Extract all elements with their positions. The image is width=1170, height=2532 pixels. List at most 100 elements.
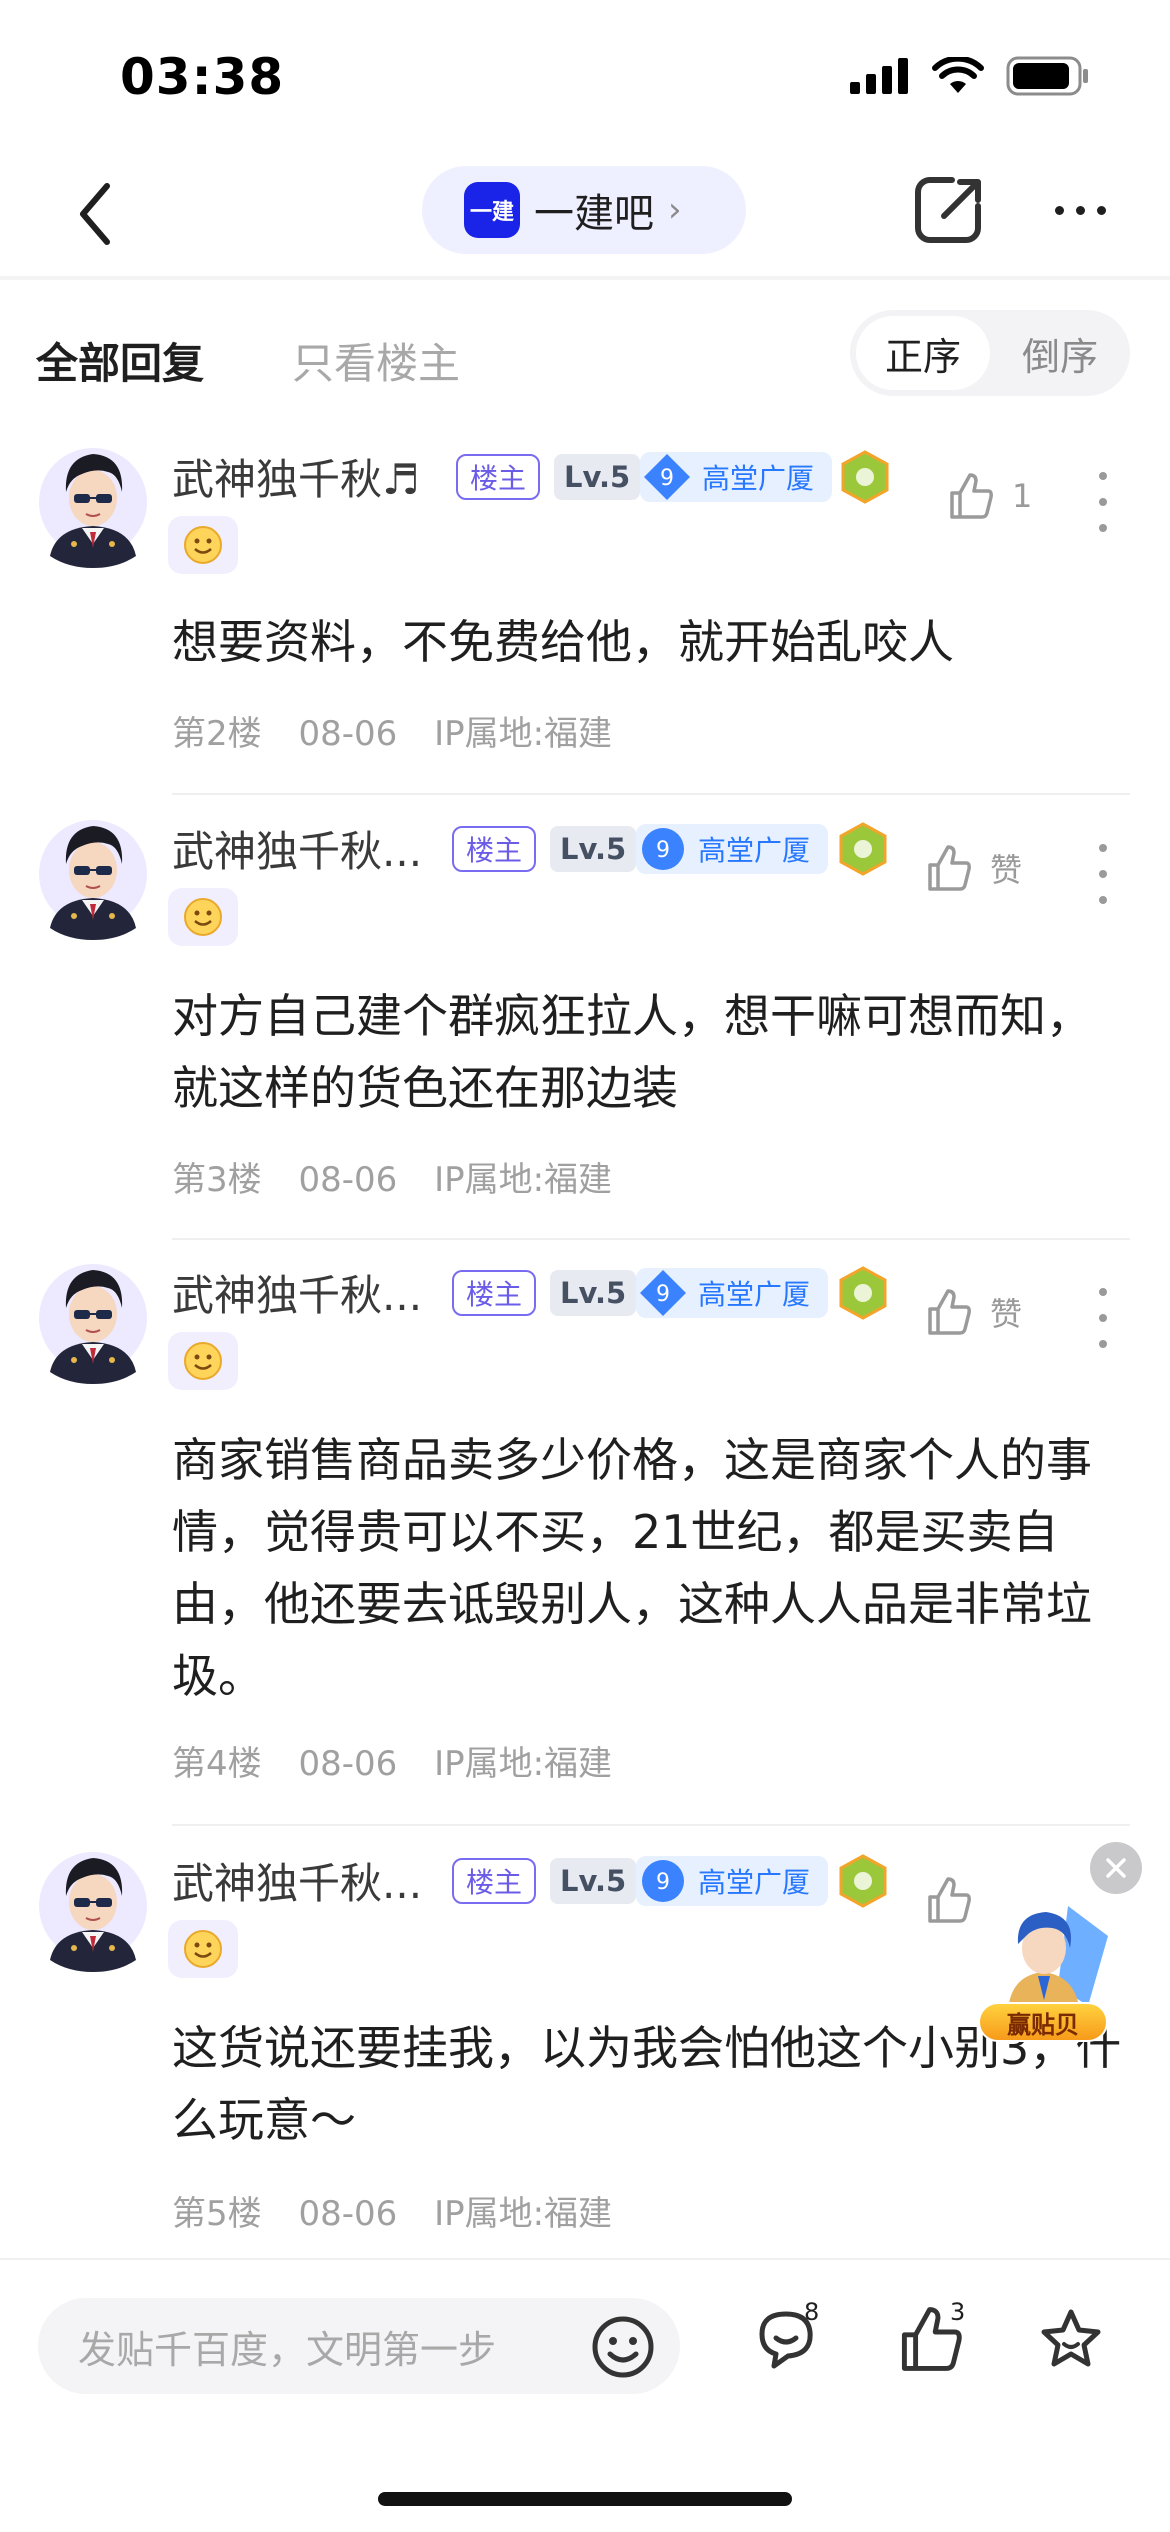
back-button[interactable]	[55, 174, 135, 254]
level-badge: Lv.5	[550, 826, 637, 872]
smiley-icon	[184, 898, 222, 936]
dot-icon	[1099, 524, 1107, 532]
smiley-icon	[184, 1342, 222, 1380]
avatar-image	[39, 1852, 147, 1972]
rank-title: 高堂广厦	[698, 1278, 811, 1311]
reply-input[interactable]: 发贴千百度，文明第一步	[38, 2298, 680, 2394]
post-item: 武神独千秋... 楼主 Lv.5 9 高堂广厦 赞 商家销售商品卖多少价格，这是…	[0, 1252, 1170, 1826]
floating-ad[interactable]: 赢贴贝	[968, 1896, 1118, 2046]
comment-button[interactable]: 8	[752, 2298, 832, 2384]
post-date: 08-06	[298, 714, 398, 754]
dot-icon	[1099, 498, 1107, 506]
like-button[interactable]: 赞	[924, 1282, 1022, 1342]
post-meta: 第2楼 08-06 IP属地:福建	[172, 706, 638, 755]
post-date: 08-06	[298, 1744, 398, 1784]
emoji-button[interactable]	[588, 2312, 658, 2382]
like-count: 赞	[990, 851, 1023, 889]
post-meta: 第3楼 08-06 IP属地:福建	[172, 1152, 638, 1201]
floor-number: 第4楼	[172, 1744, 262, 1784]
post-more-button[interactable]	[1088, 844, 1118, 904]
forum-chip[interactable]: 一建 一建吧 ›	[422, 166, 746, 254]
dot-icon	[1054, 205, 1064, 215]
filter-bar: 全部回复 只看楼主 正序 倒序	[0, 300, 1170, 410]
tab-all-replies[interactable]: 全部回复	[36, 330, 204, 391]
share-button[interactable]	[908, 170, 988, 250]
thumbs-up-icon	[928, 1877, 971, 1923]
smiley-icon	[184, 526, 222, 564]
more-options-button[interactable]	[1040, 170, 1120, 250]
ip-location: IP属地:福建	[434, 1744, 613, 1784]
post-content: 商家销售商品卖多少价格，这是商家个人的事情，觉得贵可以不买，21世纪，都是买卖自…	[172, 1433, 1092, 1703]
star-icon	[1041, 2309, 1101, 2367]
dot-icon	[1099, 472, 1107, 480]
op-badge: 楼主	[452, 1270, 537, 1316]
avatar[interactable]	[38, 1840, 148, 1972]
wifi-icon	[932, 57, 984, 93]
username[interactable]: 武神独千秋...	[172, 818, 422, 879]
emoji-chip[interactable]	[168, 1332, 238, 1390]
dot-icon	[1096, 205, 1106, 215]
like-button[interactable]	[924, 1870, 974, 1930]
post-item: 武神独千秋... 楼主 Lv.5 9 高堂广厦 赞 对方自己建个群疯狂拉人，想干…	[0, 808, 1170, 1240]
like-count: 1	[1012, 477, 1033, 515]
hexagon-badge-icon	[839, 1266, 887, 1320]
avatar-image	[39, 820, 147, 940]
avatar[interactable]	[38, 808, 148, 940]
rank-gem-icon: 9	[642, 1860, 684, 1902]
post-item: 武神独千秋♬ 楼主 Lv.5 9 高堂广厦 1 想要资料，不免费给他，就开始乱咬…	[0, 436, 1170, 795]
hexagon-badge-icon	[839, 1854, 887, 1908]
emoji-chip[interactable]	[168, 1920, 238, 1978]
rank-gem-icon: 9	[644, 454, 690, 500]
status-bar: 03:38	[0, 0, 1170, 150]
op-badge: 楼主	[452, 1858, 537, 1904]
bottom-bar: 发贴千百度，文明第一步 8 3	[0, 2258, 1170, 2532]
dot-icon	[1099, 1314, 1107, 1322]
sort-order-toggle: 正序 倒序	[850, 310, 1130, 396]
like-button[interactable]: 1	[946, 466, 1032, 526]
sort-descending-button[interactable]: 倒序	[996, 316, 1124, 390]
sort-ascending-button[interactable]: 正序	[856, 316, 990, 390]
divider	[172, 1824, 1130, 1826]
post-more-button[interactable]	[1088, 472, 1118, 532]
divider	[172, 1238, 1130, 1240]
post-content: 对方自己建个群疯狂拉人，想干嘛可想而知，就这样的货色还在那边装	[172, 989, 1092, 1115]
svg-text:9: 9	[656, 1282, 670, 1307]
rank-gem-icon: 9	[642, 828, 684, 870]
forum-logo: 一建	[464, 182, 520, 238]
dot-icon	[1099, 1340, 1107, 1348]
floor-number: 第3楼	[172, 1160, 262, 1200]
rank-badge: 9 高堂广厦	[640, 452, 833, 502]
username[interactable]: 武神独千秋...	[172, 1850, 422, 1911]
ad-close-button[interactable]	[1090, 1842, 1142, 1894]
post-meta: 第5楼 08-06 IP属地:福建	[172, 2186, 638, 2235]
emoji-chip[interactable]	[168, 888, 238, 946]
favorite-button[interactable]	[1036, 2304, 1116, 2384]
chevron-left-icon	[80, 183, 110, 245]
cellular-signal-icon	[850, 58, 908, 94]
comment-count: 8	[804, 2298, 820, 2326]
level-badge: Lv.5	[550, 1858, 637, 1904]
like-button[interactable]: 赞	[924, 838, 1022, 898]
tab-op-only[interactable]: 只看楼主	[292, 330, 460, 391]
nav-divider	[0, 276, 1170, 280]
like-count: 赞	[990, 1295, 1023, 1333]
avatar[interactable]	[38, 1252, 148, 1384]
post-more-button[interactable]	[1088, 1288, 1118, 1348]
floor-number: 第2楼	[172, 714, 262, 754]
rank-title: 高堂广厦	[698, 834, 811, 867]
rank-badge: 9 高堂广厦	[636, 1856, 829, 1906]
rank-title: 高堂广厦	[702, 462, 815, 495]
avatar[interactable]	[38, 436, 148, 568]
ip-location: IP属地:福建	[434, 1160, 613, 1200]
ad-label: 赢贴贝	[978, 2002, 1108, 2042]
hexagon-badge-icon	[841, 450, 889, 504]
like-post-button[interactable]: 3	[896, 2298, 976, 2384]
post-date: 08-06	[298, 1160, 398, 1200]
smiley-icon	[184, 1930, 222, 1968]
username[interactable]: 武神独千秋♬	[172, 446, 420, 507]
emoji-chip[interactable]	[168, 516, 238, 574]
ad-character-icon	[1008, 1906, 1108, 2016]
post-date: 08-06	[298, 2194, 398, 2234]
username[interactable]: 武神独千秋...	[172, 1262, 422, 1323]
status-time: 03:38	[120, 48, 285, 106]
